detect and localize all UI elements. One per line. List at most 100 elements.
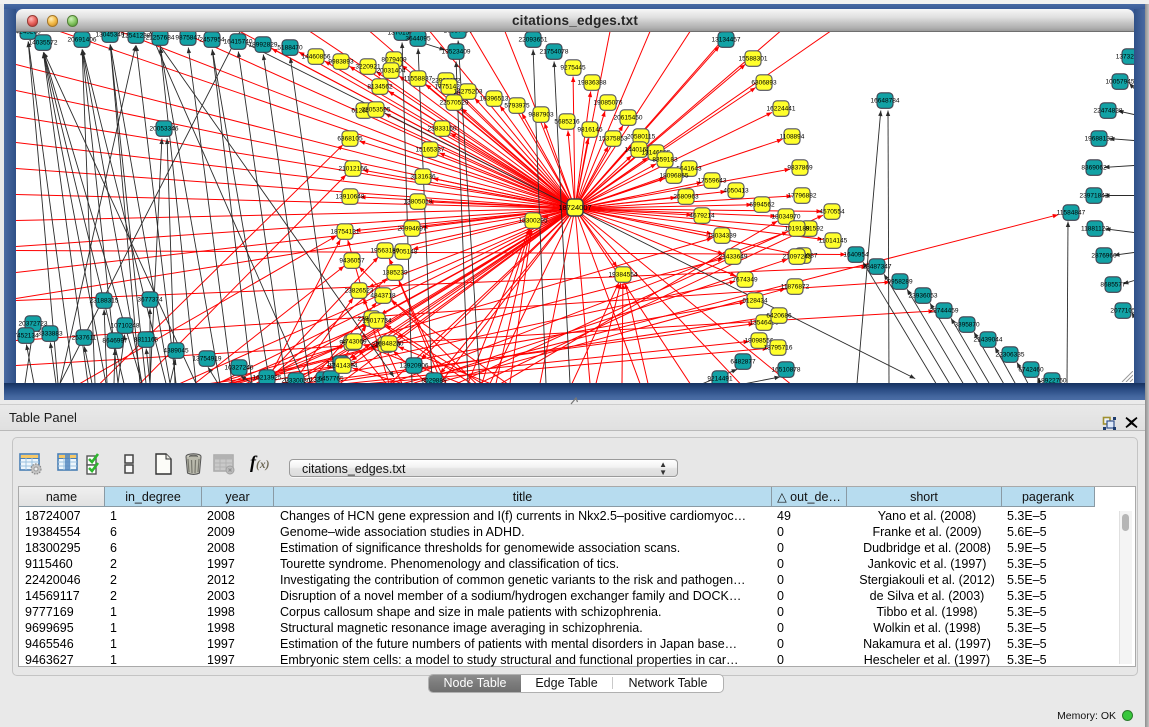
svg-text:17796882: 17796882 — [788, 192, 817, 199]
svg-text:19085076: 19085076 — [594, 99, 623, 106]
svg-text:10710248: 10710248 — [111, 322, 140, 329]
svg-text:2537611: 2537611 — [72, 334, 97, 341]
svg-text:18992829: 18992829 — [249, 41, 278, 48]
svg-text:19563180: 19563180 — [371, 247, 400, 254]
svg-text:9275445: 9275445 — [560, 64, 586, 71]
svg-text:11558837: 11558837 — [404, 75, 433, 82]
svg-text:8646997: 8646997 — [102, 337, 128, 344]
svg-text:2457954: 2457954 — [199, 36, 225, 43]
svg-text:16648784: 16648784 — [871, 97, 900, 104]
svg-text:18795716: 18795716 — [764, 344, 793, 351]
svg-text:20580115: 20580115 — [627, 133, 656, 140]
svg-text:8685577: 8685577 — [1100, 281, 1126, 288]
svg-text:9875847: 9875847 — [175, 34, 201, 41]
svg-text:16510878: 16510878 — [772, 366, 801, 373]
svg-text:23971842: 23971842 — [1080, 192, 1109, 199]
svg-text:10837430: 10837430 — [444, 32, 473, 35]
svg-text:10848230: 10848230 — [375, 340, 404, 347]
svg-text:9837869: 9837869 — [787, 164, 813, 171]
svg-text:20615450: 20615450 — [614, 114, 643, 121]
svg-text:20053346: 20053346 — [150, 125, 179, 132]
svg-text:19836388: 19836388 — [578, 79, 607, 86]
svg-text:11881122: 11881122 — [1081, 225, 1109, 232]
svg-text:19017734: 19017734 — [363, 317, 392, 324]
svg-text:15165337: 15165337 — [416, 146, 445, 153]
svg-text:18300295: 18300295 — [519, 217, 548, 224]
svg-text:22306335: 22306335 — [996, 351, 1025, 358]
svg-text:3131636: 3131636 — [410, 173, 436, 180]
svg-text:13910648: 13910648 — [336, 193, 365, 200]
svg-text:19688132: 19688132 — [1085, 135, 1114, 142]
svg-text:13134457: 13134457 — [712, 36, 741, 43]
svg-text:6128434: 6128434 — [742, 297, 768, 304]
svg-text:1019189: 1019189 — [784, 225, 810, 232]
svg-text:10327246: 10327246 — [225, 364, 254, 371]
svg-text:4743069: 4743069 — [341, 338, 367, 345]
svg-text:9887903: 9887903 — [528, 111, 554, 118]
svg-text:21012166: 21012166 — [339, 165, 368, 172]
svg-text:22570529: 22570529 — [440, 99, 469, 106]
svg-text:9214491: 9214491 — [707, 375, 733, 382]
svg-text:6482877: 6482877 — [730, 358, 756, 365]
svg-text:21433649: 21433649 — [719, 253, 748, 260]
svg-text:1640954: 1640954 — [843, 251, 869, 258]
svg-text:18096865: 18096865 — [660, 172, 689, 179]
svg-text:6306893: 6306893 — [751, 79, 777, 86]
svg-text:11876872: 11876872 — [781, 283, 810, 290]
svg-text:12920906: 12920906 — [400, 362, 429, 369]
svg-text:8029889: 8029889 — [421, 377, 447, 383]
svg-text:13045349: 13045349 — [96, 32, 125, 39]
svg-text:7452134: 7452134 — [16, 332, 39, 339]
svg-text:8359183: 8359183 — [652, 156, 678, 163]
svg-text:14035572: 14035572 — [29, 39, 58, 46]
svg-text:5685216: 5685216 — [554, 118, 580, 125]
svg-text:14460856: 14460856 — [302, 53, 331, 60]
svg-text:4050413: 4050413 — [723, 187, 749, 194]
svg-text:3333883: 3333883 — [37, 330, 63, 337]
svg-text:5793975: 5793975 — [504, 102, 530, 109]
svg-text:23487347: 23487347 — [863, 263, 892, 270]
svg-text:9958289: 9958289 — [887, 278, 913, 285]
svg-text:16213925: 16213925 — [253, 374, 282, 381]
svg-text:21257684: 21257684 — [146, 34, 175, 41]
svg-text:20691406: 20691406 — [68, 36, 97, 43]
svg-text:16224441: 16224441 — [767, 105, 796, 112]
svg-text:22744459: 22744459 — [930, 307, 959, 314]
svg-text:13754919: 13754919 — [193, 355, 222, 362]
svg-text:10057945: 10057945 — [1106, 78, 1134, 85]
svg-text:13805018: 13805018 — [404, 198, 433, 205]
svg-text:22093651: 22093651 — [519, 36, 548, 43]
svg-text:21754078: 21754078 — [540, 48, 569, 55]
svg-text:1108894: 1108894 — [780, 133, 805, 140]
svg-text:2876966: 2876966 — [1091, 252, 1117, 259]
svg-text:9983893: 9983893 — [328, 58, 354, 65]
svg-text:11584847: 11584847 — [1057, 209, 1086, 216]
svg-text:13732411: 13732411 — [1116, 53, 1134, 60]
svg-text:6994562: 6994562 — [749, 201, 775, 208]
svg-text:16396513: 16396513 — [480, 95, 509, 102]
svg-text:12414394: 12414394 — [329, 362, 358, 369]
svg-text:7674349: 7674349 — [732, 276, 758, 283]
svg-text:4570554: 4570554 — [819, 208, 845, 215]
svg-text:1385239: 1385239 — [382, 269, 408, 276]
svg-text:8811165: 8811165 — [134, 336, 159, 343]
svg-text:3395870: 3395870 — [954, 321, 980, 328]
svg-text:20031404: 20031404 — [377, 67, 406, 74]
svg-text:8134562: 8134562 — [367, 83, 393, 90]
svg-text:15375853: 15375853 — [599, 135, 628, 142]
svg-text:8369062: 8369062 — [1081, 164, 1107, 171]
svg-text:18034339: 18034339 — [708, 232, 737, 239]
svg-text:4389045: 4389045 — [163, 347, 189, 354]
svg-text:6742460: 6742460 — [1018, 366, 1044, 373]
svg-text:15588301: 15588301 — [739, 55, 768, 62]
svg-text:18754131: 18754131 — [331, 228, 360, 235]
svg-text:2580963: 2580963 — [673, 193, 699, 200]
svg-text:18034970: 18034970 — [772, 213, 801, 220]
svg-text:22330030: 22330030 — [282, 377, 311, 383]
svg-text:4679214: 4679214 — [689, 212, 715, 219]
svg-text:18724007: 18724007 — [558, 203, 591, 212]
svg-text:21097245: 21097245 — [783, 253, 812, 260]
svg-text:23188315: 23188315 — [90, 297, 119, 304]
svg-text:5188470: 5188470 — [277, 44, 303, 51]
svg-text:19384554: 19384554 — [609, 271, 638, 278]
